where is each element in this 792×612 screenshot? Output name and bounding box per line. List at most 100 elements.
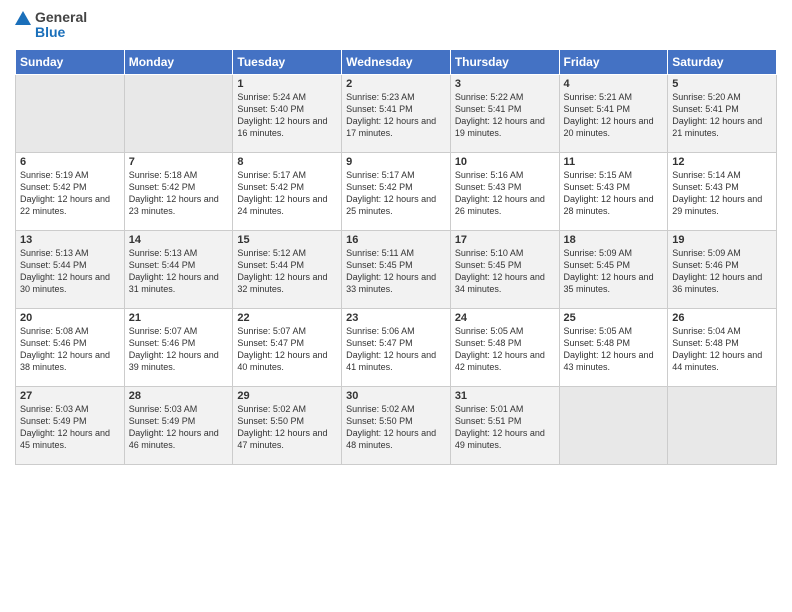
cell-info: Sunrise: 5:11 AMSunset: 5:45 PMDaylight:… bbox=[346, 247, 446, 296]
calendar-cell bbox=[124, 74, 233, 152]
day-number: 22 bbox=[237, 312, 337, 324]
cell-info: Sunrise: 5:21 AMSunset: 5:41 PMDaylight:… bbox=[564, 91, 664, 140]
cell-info: Sunrise: 5:04 AMSunset: 5:48 PMDaylight:… bbox=[672, 325, 772, 374]
calendar-cell: 29Sunrise: 5:02 AMSunset: 5:50 PMDayligh… bbox=[233, 386, 342, 464]
header-cell-friday: Friday bbox=[559, 49, 668, 74]
cell-info: Sunrise: 5:03 AMSunset: 5:49 PMDaylight:… bbox=[20, 403, 120, 452]
calendar-cell: 30Sunrise: 5:02 AMSunset: 5:50 PMDayligh… bbox=[342, 386, 451, 464]
cell-info: Sunrise: 5:13 AMSunset: 5:44 PMDaylight:… bbox=[20, 247, 120, 296]
cell-info: Sunrise: 5:17 AMSunset: 5:42 PMDaylight:… bbox=[346, 169, 446, 218]
cell-info: Sunrise: 5:15 AMSunset: 5:43 PMDaylight:… bbox=[564, 169, 664, 218]
day-number: 3 bbox=[455, 78, 555, 90]
calendar-cell: 19Sunrise: 5:09 AMSunset: 5:46 PMDayligh… bbox=[668, 230, 777, 308]
cell-info: Sunrise: 5:18 AMSunset: 5:42 PMDaylight:… bbox=[129, 169, 229, 218]
cell-info: Sunrise: 5:06 AMSunset: 5:47 PMDaylight:… bbox=[346, 325, 446, 374]
calendar-cell: 26Sunrise: 5:04 AMSunset: 5:48 PMDayligh… bbox=[668, 308, 777, 386]
cell-info: Sunrise: 5:22 AMSunset: 5:41 PMDaylight:… bbox=[455, 91, 555, 140]
calendar-cell: 5Sunrise: 5:20 AMSunset: 5:41 PMDaylight… bbox=[668, 74, 777, 152]
day-number: 18 bbox=[564, 234, 664, 246]
cell-info: Sunrise: 5:08 AMSunset: 5:46 PMDaylight:… bbox=[20, 325, 120, 374]
week-row-1: 1Sunrise: 5:24 AMSunset: 5:40 PMDaylight… bbox=[16, 74, 777, 152]
day-number: 14 bbox=[129, 234, 229, 246]
logo-general: General bbox=[35, 10, 87, 25]
day-number: 7 bbox=[129, 156, 229, 168]
day-number: 21 bbox=[129, 312, 229, 324]
calendar-cell bbox=[559, 386, 668, 464]
cell-info: Sunrise: 5:24 AMSunset: 5:40 PMDaylight:… bbox=[237, 91, 337, 140]
calendar-cell: 18Sunrise: 5:09 AMSunset: 5:45 PMDayligh… bbox=[559, 230, 668, 308]
calendar-table: SundayMondayTuesdayWednesdayThursdayFrid… bbox=[15, 49, 777, 465]
calendar-cell: 20Sunrise: 5:08 AMSunset: 5:46 PMDayligh… bbox=[16, 308, 125, 386]
header-cell-thursday: Thursday bbox=[450, 49, 559, 74]
calendar-cell: 31Sunrise: 5:01 AMSunset: 5:51 PMDayligh… bbox=[450, 386, 559, 464]
day-number: 13 bbox=[20, 234, 120, 246]
calendar-cell: 14Sunrise: 5:13 AMSunset: 5:44 PMDayligh… bbox=[124, 230, 233, 308]
day-number: 5 bbox=[672, 78, 772, 90]
calendar-cell: 16Sunrise: 5:11 AMSunset: 5:45 PMDayligh… bbox=[342, 230, 451, 308]
cell-info: Sunrise: 5:12 AMSunset: 5:44 PMDaylight:… bbox=[237, 247, 337, 296]
cell-info: Sunrise: 5:07 AMSunset: 5:47 PMDaylight:… bbox=[237, 325, 337, 374]
calendar-cell: 25Sunrise: 5:05 AMSunset: 5:48 PMDayligh… bbox=[559, 308, 668, 386]
day-number: 31 bbox=[455, 390, 555, 402]
day-number: 23 bbox=[346, 312, 446, 324]
cell-info: Sunrise: 5:14 AMSunset: 5:43 PMDaylight:… bbox=[672, 169, 772, 218]
header-cell-monday: Monday bbox=[124, 49, 233, 74]
logo-triangle-icon bbox=[15, 11, 31, 39]
cell-info: Sunrise: 5:01 AMSunset: 5:51 PMDaylight:… bbox=[455, 403, 555, 452]
cell-info: Sunrise: 5:05 AMSunset: 5:48 PMDaylight:… bbox=[564, 325, 664, 374]
header-cell-tuesday: Tuesday bbox=[233, 49, 342, 74]
calendar-cell: 22Sunrise: 5:07 AMSunset: 5:47 PMDayligh… bbox=[233, 308, 342, 386]
day-number: 4 bbox=[564, 78, 664, 90]
calendar-cell: 10Sunrise: 5:16 AMSunset: 5:43 PMDayligh… bbox=[450, 152, 559, 230]
calendar-header: SundayMondayTuesdayWednesdayThursdayFrid… bbox=[16, 49, 777, 74]
week-row-4: 20Sunrise: 5:08 AMSunset: 5:46 PMDayligh… bbox=[16, 308, 777, 386]
calendar-cell: 17Sunrise: 5:10 AMSunset: 5:45 PMDayligh… bbox=[450, 230, 559, 308]
day-number: 24 bbox=[455, 312, 555, 324]
calendar-body: 1Sunrise: 5:24 AMSunset: 5:40 PMDaylight… bbox=[16, 74, 777, 464]
page-container: General Blue SundayMondayTuesdayWednesda… bbox=[0, 0, 792, 612]
calendar-cell: 12Sunrise: 5:14 AMSunset: 5:43 PMDayligh… bbox=[668, 152, 777, 230]
calendar-cell: 13Sunrise: 5:13 AMSunset: 5:44 PMDayligh… bbox=[16, 230, 125, 308]
day-number: 15 bbox=[237, 234, 337, 246]
cell-info: Sunrise: 5:02 AMSunset: 5:50 PMDaylight:… bbox=[346, 403, 446, 452]
calendar-cell: 4Sunrise: 5:21 AMSunset: 5:41 PMDaylight… bbox=[559, 74, 668, 152]
calendar-cell bbox=[16, 74, 125, 152]
day-number: 12 bbox=[672, 156, 772, 168]
calendar-cell: 3Sunrise: 5:22 AMSunset: 5:41 PMDaylight… bbox=[450, 74, 559, 152]
day-number: 8 bbox=[237, 156, 337, 168]
day-number: 30 bbox=[346, 390, 446, 402]
logo-text-block: General Blue bbox=[35, 10, 87, 41]
cell-info: Sunrise: 5:17 AMSunset: 5:42 PMDaylight:… bbox=[237, 169, 337, 218]
cell-info: Sunrise: 5:09 AMSunset: 5:45 PMDaylight:… bbox=[564, 247, 664, 296]
logo: General Blue bbox=[15, 10, 87, 41]
calendar-cell: 8Sunrise: 5:17 AMSunset: 5:42 PMDaylight… bbox=[233, 152, 342, 230]
logo-blue: Blue bbox=[35, 25, 87, 40]
cell-info: Sunrise: 5:16 AMSunset: 5:43 PMDaylight:… bbox=[455, 169, 555, 218]
calendar-cell: 7Sunrise: 5:18 AMSunset: 5:42 PMDaylight… bbox=[124, 152, 233, 230]
calendar-cell: 1Sunrise: 5:24 AMSunset: 5:40 PMDaylight… bbox=[233, 74, 342, 152]
day-number: 19 bbox=[672, 234, 772, 246]
calendar-cell: 6Sunrise: 5:19 AMSunset: 5:42 PMDaylight… bbox=[16, 152, 125, 230]
calendar-cell: 21Sunrise: 5:07 AMSunset: 5:46 PMDayligh… bbox=[124, 308, 233, 386]
day-number: 29 bbox=[237, 390, 337, 402]
calendar-cell bbox=[668, 386, 777, 464]
cell-info: Sunrise: 5:23 AMSunset: 5:41 PMDaylight:… bbox=[346, 91, 446, 140]
calendar-cell: 23Sunrise: 5:06 AMSunset: 5:47 PMDayligh… bbox=[342, 308, 451, 386]
calendar-cell: 11Sunrise: 5:15 AMSunset: 5:43 PMDayligh… bbox=[559, 152, 668, 230]
cell-info: Sunrise: 5:09 AMSunset: 5:46 PMDaylight:… bbox=[672, 247, 772, 296]
day-number: 26 bbox=[672, 312, 772, 324]
cell-info: Sunrise: 5:10 AMSunset: 5:45 PMDaylight:… bbox=[455, 247, 555, 296]
header-cell-saturday: Saturday bbox=[668, 49, 777, 74]
cell-info: Sunrise: 5:20 AMSunset: 5:41 PMDaylight:… bbox=[672, 91, 772, 140]
day-number: 20 bbox=[20, 312, 120, 324]
day-number: 28 bbox=[129, 390, 229, 402]
header-cell-wednesday: Wednesday bbox=[342, 49, 451, 74]
day-number: 9 bbox=[346, 156, 446, 168]
calendar-cell: 28Sunrise: 5:03 AMSunset: 5:49 PMDayligh… bbox=[124, 386, 233, 464]
cell-info: Sunrise: 5:13 AMSunset: 5:44 PMDaylight:… bbox=[129, 247, 229, 296]
page-header: General Blue bbox=[15, 10, 777, 41]
cell-info: Sunrise: 5:02 AMSunset: 5:50 PMDaylight:… bbox=[237, 403, 337, 452]
calendar-cell: 9Sunrise: 5:17 AMSunset: 5:42 PMDaylight… bbox=[342, 152, 451, 230]
calendar-cell: 15Sunrise: 5:12 AMSunset: 5:44 PMDayligh… bbox=[233, 230, 342, 308]
week-row-2: 6Sunrise: 5:19 AMSunset: 5:42 PMDaylight… bbox=[16, 152, 777, 230]
